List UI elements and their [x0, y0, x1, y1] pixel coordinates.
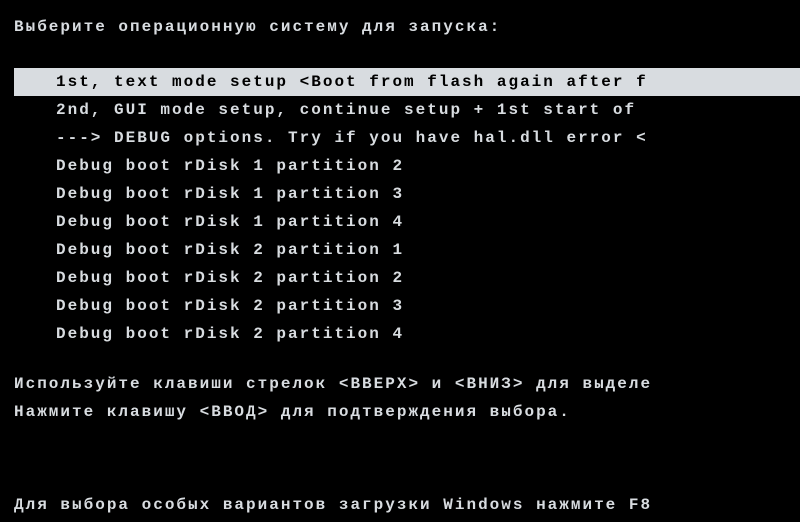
page-title: Выберите операционную систему для запуск… [14, 18, 786, 36]
footer-hint: Для выбора особых вариантов загрузки Win… [14, 496, 800, 514]
boot-option-4[interactable]: Debug boot rDisk 1 partition 2 [56, 152, 786, 180]
instructions: Используйте клавиши стрелок <ВВЕРХ> и <В… [14, 370, 786, 426]
boot-option-5[interactable]: Debug boot rDisk 1 partition 3 [56, 180, 786, 208]
boot-option-3[interactable]: ---> DEBUG options. Try if you have hal.… [56, 124, 786, 152]
boot-option-8[interactable]: Debug boot rDisk 2 partition 2 [56, 264, 786, 292]
boot-option-10[interactable]: Debug boot rDisk 2 partition 4 [56, 320, 786, 348]
boot-option-9[interactable]: Debug boot rDisk 2 partition 3 [56, 292, 786, 320]
boot-screen: Выберите операционную систему для запуск… [0, 0, 800, 426]
instruction-arrows: Используйте клавиши стрелок <ВВЕРХ> и <В… [14, 370, 786, 398]
boot-menu[interactable]: 1st, text mode setup <Boot from flash ag… [56, 68, 786, 348]
instruction-enter: Нажмите клавишу <ВВОД> для подтверждения… [14, 398, 786, 426]
boot-option-1[interactable]: 1st, text mode setup <Boot from flash ag… [14, 68, 800, 96]
boot-option-6[interactable]: Debug boot rDisk 1 partition 4 [56, 208, 786, 236]
boot-option-2[interactable]: 2nd, GUI mode setup, continue setup + 1s… [56, 96, 786, 124]
boot-option-7[interactable]: Debug boot rDisk 2 partition 1 [56, 236, 786, 264]
